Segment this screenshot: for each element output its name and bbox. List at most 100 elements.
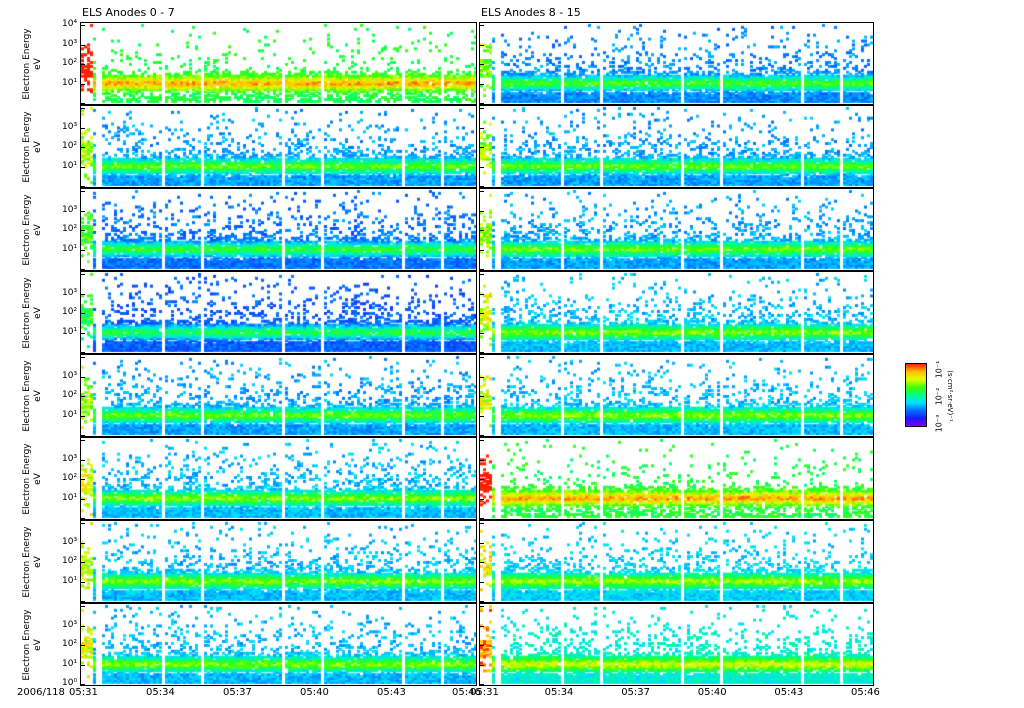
y-tick-label: 10¹ [62,409,78,420]
y-tick-label: 10³ [62,619,78,630]
y-axis-label: Electron Energy eV [22,24,46,104]
y-axis-label: Electron Energy eV [22,356,46,436]
y-tick-mark [479,357,484,358]
y-tick-mark [479,606,484,607]
y-tick-label: 10¹ [62,326,78,337]
spectrogram-figure: ELS Anodes 0 - 7 ELS Anodes 8 - 15 10¹ 10… [0,0,1024,708]
y-tick-mark [479,186,484,187]
y-tick-mark [479,25,484,26]
y-tick-mark [479,332,484,334]
y-tick-mark [479,108,484,109]
spectrogram-panel-anode-14 [479,520,874,603]
y-tick-mark [80,103,85,104]
y-tick-mark [479,166,484,168]
y-tick-mark [479,581,484,583]
x-tick-label: 05:43 [377,687,406,698]
x-tick-label: 05:31 [470,687,499,698]
y-tick-mark [479,274,484,275]
y-tick-label: 10² [62,141,78,151]
y-tick-mark [479,459,484,461]
spectrogram-panel-anode-15 [479,603,874,686]
y-tick-label: 10² [62,58,78,68]
y-tick-mark [80,601,85,602]
y-axis-title: Electron Energy [22,360,32,432]
y-tick-mark [80,542,85,544]
y-tick-label: 10³ [62,536,78,547]
y-tick-mark [80,147,85,148]
y-tick-mark [479,64,484,65]
y-axis-label: Electron Energy eV [22,273,46,353]
y-tick-mark [80,166,85,168]
spectrogram-image [480,438,873,519]
y-tick-mark [80,684,85,685]
y-tick-mark [479,684,484,685]
spectrogram-image [81,355,476,436]
spectrogram-image [81,438,476,519]
y-tick-mark [479,313,484,314]
spectrogram-image [480,106,873,187]
x-tick-label: 05:46 [851,687,880,698]
y-tick-mark [80,396,85,397]
y-tick-label: 10¹ [62,160,78,171]
y-tick-mark [80,625,85,627]
y-axis-label: Electron Energy eV [22,522,46,602]
x-tick-label: 05:40 [300,687,329,698]
spectrogram-panel-anode-7 [80,603,477,686]
y-tick-mark [80,357,85,358]
y-tick-label: 10² [62,473,78,483]
y-tick-mark [479,293,484,295]
spectrogram-panel-anode-6 [80,520,477,603]
x-tick-label: 05:34 [146,687,175,698]
y-axis-title: Electron Energy [22,28,32,100]
y-tick-mark [80,440,85,441]
y-axis-title: Electron Energy [22,443,32,515]
y-tick-mark [479,518,484,519]
y-tick-label: 10² [62,224,78,234]
date-label: 2006/118 [17,687,65,698]
y-tick-label: 10² [62,639,78,649]
y-tick-mark [80,645,85,646]
y-tick-mark [479,396,484,397]
left-column-title: ELS Anodes 0 - 7 [82,6,175,19]
x-tick-label: 05:40 [697,687,727,698]
y-axis-title: Electron Energy [22,609,32,681]
y-tick-mark [479,562,484,563]
spectrogram-panel-anode-5 [80,437,477,520]
y-axis-label: Electron Energy eV [22,605,46,685]
spectrogram-panel-anode-12 [479,354,874,437]
spectrogram-panel-anode-10 [479,188,874,271]
y-tick-mark [80,64,85,65]
spectrogram-panel-anode-9 [479,105,874,188]
y-axis-title: Electron Energy [22,111,32,183]
y-tick-mark [479,664,484,666]
y-tick-label: 10³ [62,453,78,464]
y-tick-mark [80,664,85,666]
y-tick-mark [479,479,484,480]
y-tick-label: 10³ [62,370,78,381]
x-tick-label: 05:31 [69,687,98,698]
spectrogram-image [480,355,873,436]
y-axis-title: Electron Energy [22,526,32,598]
y-tick-mark [479,83,484,85]
y-axis-label: Electron Energy eV [22,107,46,187]
colorbar-tick: 10⁻¹ [934,360,944,379]
spectrogram-image [81,23,476,104]
y-tick-mark [479,249,484,251]
spectrogram-image [81,106,476,187]
y-axis-unit: eV [33,473,43,485]
x-tick-label: 05:37 [223,687,252,698]
spectrogram-panel-anode-8 [479,22,874,105]
spectrogram-panel-anode-3 [80,271,477,354]
y-tick-mark [479,269,484,270]
y-tick-label: 10¹ [62,658,78,669]
y-axis-unit: eV [33,390,43,402]
colorbar-tick: 10⁻² [934,387,944,406]
y-tick-mark [80,186,85,187]
right-column-title: ELS Anodes 8 - 15 [481,6,581,19]
y-tick-mark [479,127,484,129]
y-tick-label: 10¹ [62,77,78,88]
spectrogram-panel-anode-1 [80,105,477,188]
y-tick-label: 10⁴ [62,19,78,29]
y-tick-mark [479,498,484,500]
y-tick-label: 10² [62,390,78,400]
